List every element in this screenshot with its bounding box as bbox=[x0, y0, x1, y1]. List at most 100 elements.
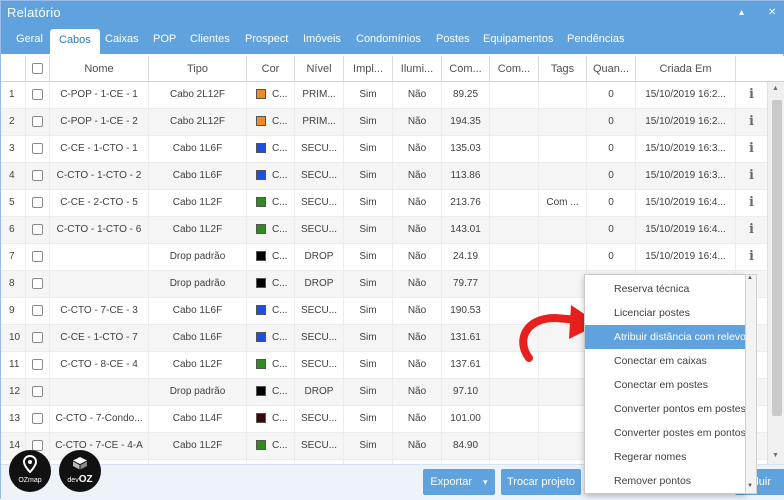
cell-nivel: SECU... bbox=[295, 406, 344, 432]
header-nivel[interactable]: Nível bbox=[295, 56, 344, 82]
cell-tags bbox=[539, 217, 587, 243]
cell-cor: C... bbox=[247, 298, 295, 324]
row-checkbox[interactable] bbox=[32, 332, 43, 343]
table-row[interactable]: 4 C-CTO - 1-CTO - 2 Cabo 1L6F C... SECU... Si… bbox=[1, 163, 767, 190]
row-checkbox[interactable] bbox=[32, 89, 43, 100]
tab-caixas[interactable]: Caixas bbox=[105, 33, 139, 45]
tab-pop[interactable]: POP bbox=[153, 33, 176, 45]
cell-tags bbox=[539, 271, 587, 297]
cell-nivel: SECU... bbox=[295, 217, 344, 243]
row-number: 13 bbox=[1, 406, 26, 432]
info-icon[interactable]: i bbox=[749, 168, 754, 183]
row-checkbox[interactable] bbox=[32, 224, 43, 235]
color-swatch bbox=[256, 116, 266, 126]
tab-geral[interactable]: Geral bbox=[16, 33, 43, 45]
cell-nome: C-CE - 1-CTO - 7 bbox=[50, 325, 149, 351]
cell-tags: Com ... bbox=[539, 190, 587, 216]
color-label: C... bbox=[272, 386, 288, 397]
scroll-down-icon[interactable]: ▼ bbox=[772, 452, 779, 459]
info-icon[interactable]: i bbox=[749, 195, 754, 210]
info-icon[interactable]: i bbox=[749, 87, 754, 102]
cell-tipo: Cabo 1L6F bbox=[149, 325, 247, 351]
select-all-checkbox[interactable] bbox=[32, 63, 43, 74]
cell-quan: 0 bbox=[587, 217, 636, 243]
info-icon[interactable]: i bbox=[749, 249, 754, 264]
row-checkbox[interactable] bbox=[32, 143, 43, 154]
header-select-all[interactable] bbox=[26, 56, 50, 82]
context-menu-item[interactable]: Conectar em caixas bbox=[585, 349, 746, 373]
row-checkbox[interactable] bbox=[32, 413, 43, 424]
table-row[interactable]: 2 C-POP - 1-CE - 2 Cabo 2L12F C... PRIM... Si… bbox=[1, 109, 767, 136]
export-button[interactable]: Exportar ▾ bbox=[423, 469, 495, 495]
row-checkbox[interactable] bbox=[32, 197, 43, 208]
cell-nome: C-CTO - 8-CE - 4 bbox=[50, 352, 149, 378]
info-icon[interactable]: i bbox=[749, 141, 754, 156]
info-icon[interactable]: i bbox=[749, 222, 754, 237]
menu-scroll-down-icon[interactable]: ▼ bbox=[747, 483, 753, 489]
row-checkbox[interactable] bbox=[32, 116, 43, 127]
cell-info: i bbox=[736, 190, 767, 216]
tab-postes[interactable]: Postes bbox=[436, 33, 470, 45]
row-checkbox[interactable] bbox=[32, 359, 43, 370]
context-menu-item[interactable]: Regerar nomes bbox=[585, 445, 746, 469]
cell-com2 bbox=[490, 163, 539, 189]
row-checkbox[interactable] bbox=[32, 386, 43, 397]
color-label: C... bbox=[272, 89, 288, 100]
tab-imoveis[interactable]: Imóveis bbox=[303, 33, 341, 45]
header-tags[interactable]: Tags bbox=[539, 56, 587, 82]
row-checkbox[interactable] bbox=[32, 170, 43, 181]
menu-scroll-up-icon[interactable]: ▲ bbox=[747, 275, 753, 281]
tab-cabos[interactable]: Cabos bbox=[50, 29, 100, 54]
cell-com1: 89.25 bbox=[442, 82, 490, 108]
tab-prospect[interactable]: Prospect bbox=[245, 33, 288, 45]
collapse-icon[interactable]: ▴ bbox=[739, 7, 744, 18]
grid-scrollbar[interactable]: ▲ ▼ bbox=[767, 82, 784, 464]
row-checkbox[interactable] bbox=[32, 278, 43, 289]
tab-pendencias[interactable]: Pendências bbox=[567, 33, 625, 45]
cell-cor: C... bbox=[247, 325, 295, 351]
header-impl[interactable]: Impl... bbox=[344, 56, 393, 82]
tab-condominios[interactable]: Condomínios bbox=[356, 33, 421, 45]
header-ilum[interactable]: Ilumi... bbox=[393, 56, 442, 82]
context-menu-item[interactable]: Converter postes em pontos bbox=[585, 421, 746, 445]
close-icon[interactable]: ✕ bbox=[768, 7, 776, 18]
context-menu-scrollbar[interactable]: ▲ ▼ bbox=[745, 274, 757, 494]
info-icon[interactable]: i bbox=[749, 114, 754, 129]
cell-quan: 0 bbox=[587, 109, 636, 135]
context-menu-item[interactable]: Conectar em postes bbox=[585, 373, 746, 397]
scroll-up-icon[interactable]: ▲ bbox=[772, 85, 779, 92]
cell-quan: 0 bbox=[587, 136, 636, 162]
context-menu-item[interactable]: Atribuir distância com relevo bbox=[585, 325, 746, 349]
table-row[interactable]: 3 C-CE - 1-CTO - 1 Cabo 1L6F C... SECU... Sim… bbox=[1, 136, 767, 163]
header-nome[interactable]: Nome bbox=[50, 56, 149, 82]
context-menu-item[interactable]: Licenciar postes bbox=[585, 301, 746, 325]
change-project-button[interactable]: Trocar projeto bbox=[501, 469, 581, 495]
ozmap-logo: OZmap bbox=[9, 450, 51, 492]
cell-tags bbox=[539, 406, 587, 432]
context-menu-item[interactable]: Converter pontos em postes bbox=[585, 397, 746, 421]
cell-com2 bbox=[490, 217, 539, 243]
row-checkbox[interactable] bbox=[32, 305, 43, 316]
context-menu-item[interactable]: Reserva técnica bbox=[585, 277, 746, 301]
header-com1[interactable]: Com... bbox=[442, 56, 490, 82]
table-row[interactable]: 5 C-CE - 2-CTO - 5 Cabo 1L2F C... SECU... Sim… bbox=[1, 190, 767, 217]
header-criada-em[interactable]: Criada Em bbox=[636, 56, 736, 82]
header-cor[interactable]: Cor bbox=[247, 56, 295, 82]
table-row[interactable]: 7 Drop padrão C... DROP Sim Não 24.19 0 15/10/20… bbox=[1, 244, 767, 271]
color-label: C... bbox=[272, 116, 288, 127]
tab-clientes[interactable]: Clientes bbox=[190, 33, 230, 45]
header-com2[interactable]: Com... bbox=[490, 56, 539, 82]
table-row[interactable]: 6 C-CTO - 1-CTO - 6 Cabo 1L2F C... SECU... Si… bbox=[1, 217, 767, 244]
cell-impl: Sim bbox=[344, 244, 393, 270]
scrollbar-thumb[interactable] bbox=[772, 100, 782, 416]
context-menu-item[interactable]: Remover pontos bbox=[585, 469, 746, 493]
tab-equipamentos[interactable]: Equipamentos bbox=[483, 33, 553, 45]
header-tipo[interactable]: Tipo bbox=[149, 56, 247, 82]
table-row[interactable]: 1 C-POP - 1-CE - 1 Cabo 2L12F C... PRIM... Si… bbox=[1, 82, 767, 109]
row-checkbox[interactable] bbox=[32, 251, 43, 262]
header-quan[interactable]: Quan... bbox=[587, 56, 636, 82]
cell-cor: C... bbox=[247, 379, 295, 405]
cell-tags bbox=[539, 379, 587, 405]
cell-nivel: PRIM... bbox=[295, 109, 344, 135]
cell-ilum: Não bbox=[393, 433, 442, 459]
